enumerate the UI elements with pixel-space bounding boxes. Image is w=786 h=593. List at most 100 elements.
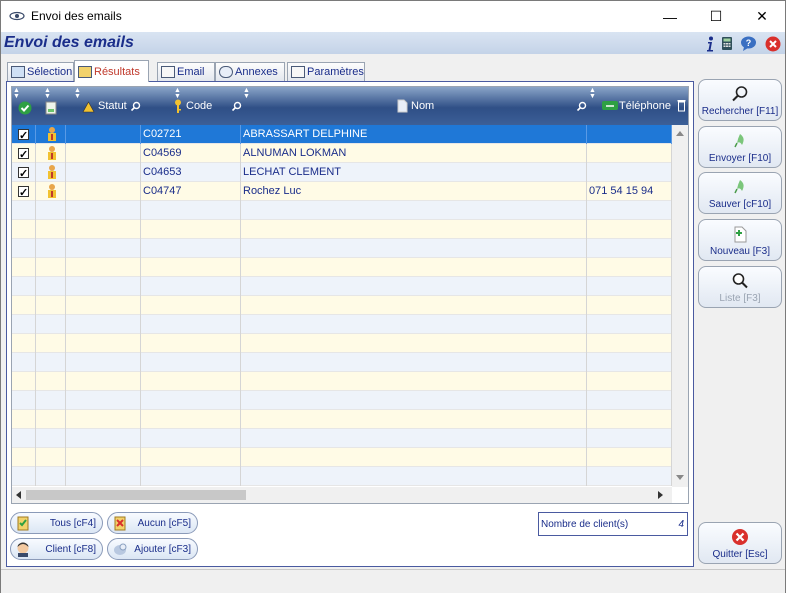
cell-type: [36, 239, 66, 258]
person-icon: [48, 184, 56, 198]
sauver-button[interactable]: Sauver [cF10]: [698, 172, 782, 214]
cell-telephone: [587, 391, 672, 410]
page-title: Envoi des emails: [4, 34, 134, 51]
column-label: Nom: [411, 100, 435, 112]
cell-nom: [241, 296, 587, 315]
cell-statut: [66, 334, 141, 353]
table-row[interactable]: C04747Rochez Luc071 54 15 94: [12, 182, 672, 201]
pencil-icon: [161, 66, 175, 78]
col-statut[interactable]: ▲ ▼ Statut: [66, 87, 141, 125]
cell-nom: [241, 429, 587, 448]
row-checkbox[interactable]: [18, 184, 29, 201]
help-icon[interactable]: ?: [740, 35, 757, 52]
scroll-right-icon[interactable]: [658, 491, 664, 499]
search-icon: [732, 273, 748, 289]
close-button[interactable]: ✕: [739, 1, 785, 32]
aucun-button[interactable]: Aucun [cF5]: [107, 512, 198, 534]
minimize-button[interactable]: —: [647, 1, 693, 32]
table-row[interactable]: C02721ABRASSART DELPHINE: [12, 125, 672, 144]
button-label: Rechercher [F11]: [701, 106, 779, 117]
cell-code: [141, 448, 241, 467]
cell-telephone: [587, 448, 672, 467]
cell-code: [141, 201, 241, 220]
tab-annexes[interactable]: Annexes: [215, 62, 285, 81]
horizontal-scrollbar[interactable]: [12, 487, 672, 503]
cell-chk: [12, 182, 36, 201]
exit-icon[interactable]: [764, 35, 781, 52]
tab-email[interactable]: Email: [157, 62, 215, 81]
button-label: Client [cF8]: [45, 544, 96, 555]
tab-resultats[interactable]: Résultats: [74, 60, 149, 82]
button-label: Tous [cF4]: [49, 518, 96, 529]
table-row[interactable]: C04653LECHAT CLEMENT: [12, 163, 672, 182]
scroll-left-icon[interactable]: [15, 491, 21, 499]
new-document-icon: [734, 226, 747, 243]
table-row[interactable]: C04569ALNUMAN LOKMAN: [12, 144, 672, 163]
scroll-thumb[interactable]: [26, 490, 246, 500]
cell-telephone: [587, 296, 672, 315]
info-icon[interactable]: [701, 35, 718, 52]
cell-telephone: [587, 201, 672, 220]
cell-code: [141, 239, 241, 258]
button-label: Quitter [Esc]: [712, 549, 768, 560]
cell-chk: [12, 125, 36, 144]
calculator-icon[interactable]: [718, 35, 735, 52]
grid-rows: C02721ABRASSART DELPHINEC04569ALNUMAN LO…: [12, 125, 672, 487]
cell-nom: [241, 448, 587, 467]
tab-label: Email: [177, 66, 205, 78]
cell-type: [36, 296, 66, 315]
tab-parametres[interactable]: Paramètres: [287, 62, 365, 81]
liste-button[interactable]: Liste [F3]: [698, 266, 782, 308]
window-title: Envoi des emails: [31, 9, 122, 23]
maximize-icon: ☐: [709, 8, 723, 24]
empty-table-row: [12, 410, 672, 429]
col-nom[interactable]: ▲ ▼ Nom: [241, 87, 587, 125]
col-type[interactable]: ▲ ▼: [36, 87, 66, 125]
envoyer-button[interactable]: Envoyer [F10]: [698, 126, 782, 168]
cell-type: [36, 201, 66, 220]
col-check[interactable]: ▲ ▼: [12, 87, 36, 125]
cell-statut: [66, 239, 141, 258]
rechercher-button[interactable]: Rechercher [F11]: [698, 79, 782, 121]
cell-type: [36, 467, 66, 486]
cell-telephone: [587, 315, 672, 334]
cell-statut: [66, 315, 141, 334]
search-icon[interactable]: [130, 101, 141, 112]
client-button[interactable]: Client [cF8]: [10, 538, 103, 560]
row-checkbox[interactable]: [18, 127, 29, 144]
tab-label: Sélection: [27, 66, 73, 78]
client-count-box: Nombre de client(s) 4: [538, 512, 688, 536]
nouveau-button[interactable]: Nouveau [F3]: [698, 219, 782, 261]
vertical-scrollbar[interactable]: [672, 125, 688, 487]
cell-code: [141, 277, 241, 296]
cell-type: [36, 277, 66, 296]
sort-arrows-icon: ▲ ▼: [589, 87, 596, 100]
quitter-button[interactable]: Quitter [Esc]: [698, 522, 782, 564]
cell-code: [141, 296, 241, 315]
row-checkbox[interactable]: [18, 146, 29, 163]
scroll-down-icon[interactable]: [676, 475, 684, 481]
person-icon: [48, 165, 56, 179]
cell-statut: [66, 125, 141, 144]
cell-chk: [12, 315, 36, 334]
cell-type: [36, 391, 66, 410]
scroll-up-icon[interactable]: [676, 130, 684, 136]
row-checkbox[interactable]: [18, 165, 29, 182]
tab-selection[interactable]: Sélection: [7, 62, 74, 81]
column-label: Code: [186, 100, 213, 112]
cell-chk: [12, 353, 36, 372]
col-code[interactable]: ▲ ▼ Code: [141, 87, 242, 125]
status-bar: [1, 569, 785, 593]
results-panel: ▲ ▼ ▲ ▼ ▲ ▼ Statut ▲ ▼ Code ▲ ▼ Nom ▲ ▼ …: [6, 81, 694, 567]
cell-code: [141, 429, 241, 448]
trash-icon[interactable]: [677, 99, 686, 112]
maximize-button[interactable]: ☐: [693, 1, 739, 32]
cell-nom: [241, 220, 587, 239]
cell-telephone: [587, 163, 672, 182]
tous-button[interactable]: Tous [cF4]: [10, 512, 103, 534]
col-telephone[interactable]: ▲ ▼ Téléphone: [587, 87, 688, 125]
search-icon[interactable]: [576, 101, 587, 112]
ajouter-button[interactable]: Ajouter [cF3]: [107, 538, 198, 560]
button-label: Liste [F3]: [719, 293, 761, 304]
cell-chk: [12, 144, 36, 163]
